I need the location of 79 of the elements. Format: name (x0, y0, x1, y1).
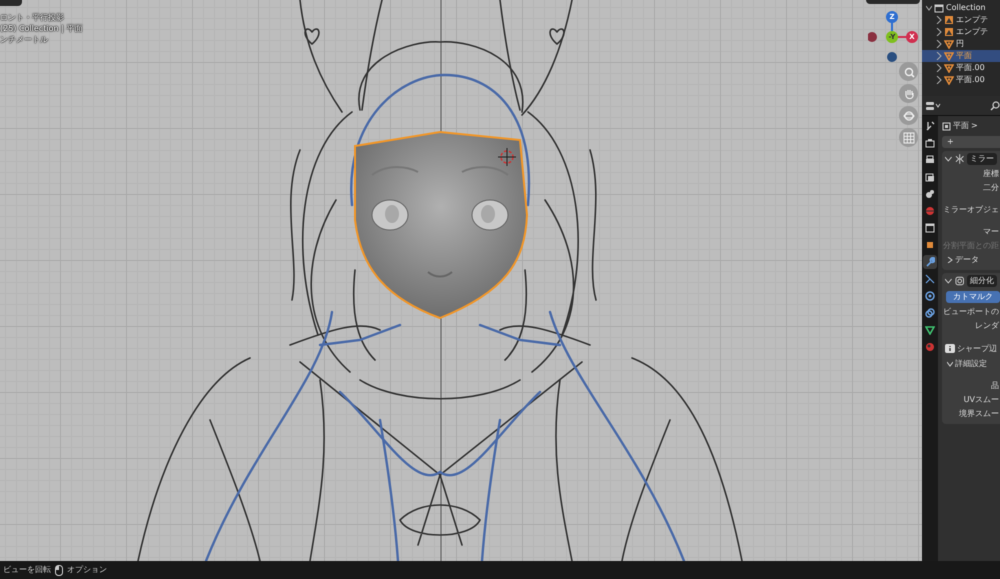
outliner-label: 平面 (956, 50, 972, 62)
modifier-name-field[interactable]: 細分化 (967, 275, 997, 287)
collection-icon (934, 3, 944, 13)
properties-tab[interactable] (923, 272, 937, 286)
printer-icon (925, 155, 935, 165)
option-button[interactable]: カトマルク (946, 291, 1000, 303)
mouse-icon (55, 564, 63, 576)
box-icon (925, 223, 935, 233)
square-icon (925, 240, 935, 250)
search-icon[interactable] (990, 100, 1000, 110)
triangle-icon (925, 325, 935, 335)
breadcrumb-text: > (971, 120, 978, 132)
properties-tab[interactable] (923, 289, 937, 303)
modifier-icon (954, 276, 964, 286)
properties-tab[interactable] (923, 187, 937, 201)
mesh-icon (944, 51, 954, 61)
outliner-label: エンプテ (956, 26, 988, 38)
3d-cursor-icon (498, 148, 516, 166)
modifier-icon (954, 154, 964, 164)
outliner-item[interactable]: エンプテ (922, 26, 1000, 38)
info-icon (945, 344, 955, 354)
viewport-info-text: (25) Collection | 平面 (0, 23, 82, 34)
mesh-icon (944, 39, 954, 49)
outliner-item[interactable]: 平面.00 (922, 62, 1000, 74)
viewport-info-text: ンチメートル (0, 34, 50, 45)
mesh-icon (944, 75, 954, 85)
field-label: 境界スムー (958, 408, 1000, 420)
image-icon (944, 27, 954, 37)
field-label: 分割平面との距 (942, 240, 1000, 252)
sphere-icon (925, 342, 935, 352)
camera-icon (925, 138, 935, 148)
link-icon (925, 308, 935, 318)
properties-tab[interactable] (923, 323, 937, 337)
grid-icon (902, 132, 914, 144)
properties-tab[interactable] (923, 136, 937, 150)
outliner-label: エンプテ (956, 14, 988, 26)
tool-icon (925, 121, 935, 131)
field-label: 座標 (982, 168, 1000, 180)
field-label: ビューポートの (942, 306, 1000, 318)
field-label: 二分 (982, 182, 1000, 194)
field-label: ミラーオブジェ (942, 204, 1000, 216)
outliner-label: 平面.00 (956, 74, 985, 86)
field-label: 品 (990, 380, 1000, 392)
outliner-label: 円 (956, 38, 964, 50)
object-icon (942, 122, 951, 130)
subpanel-header[interactable]: データ (955, 254, 979, 266)
hand-icon (902, 88, 914, 100)
subpanel-header[interactable]: 詳細設定 (955, 358, 987, 370)
image-icon (944, 15, 954, 25)
orbit-icon (902, 110, 914, 122)
field-label: マー (982, 226, 1000, 238)
scene-icon (925, 189, 935, 199)
globe-icon (925, 206, 935, 216)
add-modifier-button[interactable]: + (942, 136, 1000, 148)
image-stack-icon (925, 172, 935, 182)
outliner-item[interactable]: 平面.00 (922, 74, 1000, 86)
outliner-item[interactable]: エンプテ (922, 14, 1000, 26)
status-text: ビューを回転 (3, 564, 51, 576)
outliner-label: 平面.00 (956, 62, 985, 74)
editor-type-icon[interactable] (926, 100, 942, 110)
outliner-item[interactable]: 円 (922, 38, 1000, 50)
mesh-icon (944, 63, 954, 73)
viewport-info-text: ロント・平行投影 (0, 12, 82, 23)
properties-tab[interactable] (923, 306, 937, 320)
outliner-item[interactable]: 平面 (922, 50, 1000, 62)
orbit-icon (925, 291, 935, 301)
status-text: オプション (67, 564, 107, 576)
particles-icon (925, 274, 935, 284)
properties-tab[interactable] (923, 221, 937, 235)
properties-tab[interactable] (923, 255, 937, 269)
breadcrumb-text: 平面 (953, 120, 969, 132)
info-text: シャープ辺 (957, 343, 997, 355)
field-label: レンダ (974, 320, 1000, 332)
field-label: UVスムー (962, 394, 1000, 406)
zoom-icon (902, 66, 914, 78)
modifier-name-field[interactable]: ミラー (967, 153, 997, 165)
outliner-label: Collection (946, 2, 986, 14)
outliner-item[interactable]: Collection (922, 2, 1000, 14)
wrench-icon (925, 257, 935, 267)
